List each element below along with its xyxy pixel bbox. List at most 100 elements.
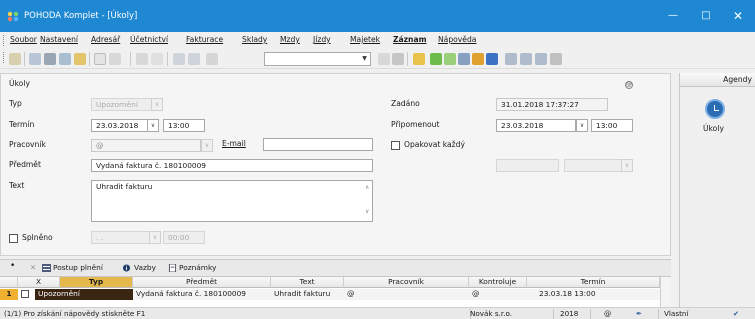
save-icon[interactable] [173, 53, 185, 65]
menu-mzdy[interactable]: Mzdy [280, 35, 300, 44]
minimize-button[interactable]: — [656, 0, 690, 32]
termin-date-input[interactable]: 23.03.2018 [91, 119, 149, 132]
at-icon: @ [625, 81, 633, 89]
new-record-icon[interactable] [94, 53, 106, 65]
menu-adresar[interactable]: Adresář [91, 35, 120, 44]
email-input[interactable] [263, 138, 373, 151]
tab-poznamky[interactable]: Poznámky [179, 263, 216, 272]
status-separator [590, 309, 591, 319]
calendar-dropdown-icon[interactable]: ∨ [576, 119, 588, 132]
status-at: @ [604, 309, 612, 318]
chevron-down-icon[interactable]: ∨ [149, 231, 161, 244]
calendar-dropdown-icon[interactable]: ∨ [147, 119, 159, 132]
window-title: POHODA Komplet - [Úkoly] [24, 11, 138, 21]
grid-header-termin[interactable]: Termín [527, 277, 660, 288]
grid-icon[interactable] [458, 53, 470, 65]
users-icon[interactable] [472, 53, 484, 65]
menu-ucetnictvi[interactable]: Účetnictví [130, 35, 168, 44]
menu-zaznam[interactable]: Záznam [393, 35, 427, 44]
opakovat-checkbox[interactable] [391, 141, 400, 150]
copy-icon[interactable] [206, 53, 218, 65]
window-icon[interactable] [505, 53, 517, 65]
grid-header-predmet[interactable]: Předmět [133, 277, 271, 288]
chevron-down-icon[interactable]: ∨ [151, 98, 163, 111]
book-icon[interactable] [9, 53, 21, 65]
status-year: 2018 [560, 309, 579, 318]
close-x-icon[interactable]: ✕ [30, 263, 36, 272]
chevron-down-icon[interactable]: ▼ [360, 54, 369, 64]
tab-postup-plneni[interactable]: Postup plnění [53, 263, 103, 272]
scroll-down-icon[interactable]: ∨ [365, 208, 369, 215]
subtab-bar: • ✕ Postup plnění Vazby Poznámky [0, 259, 671, 277]
predmet-input[interactable]: Vydaná faktura č. 180100009 [91, 159, 373, 172]
grid-header-pracovnik[interactable]: Pracovník [344, 277, 469, 288]
row-kontroluje: @ [469, 289, 527, 300]
print-preview-icon[interactable] [59, 53, 71, 65]
typ-select[interactable]: Upozornění [91, 98, 153, 111]
dropdown-icon[interactable] [378, 53, 390, 65]
tab-vazby[interactable]: Vazby [134, 263, 156, 272]
scroll-up-icon[interactable]: ∧ [365, 184, 369, 191]
status-separator [553, 309, 554, 319]
menu-napoveda[interactable]: Nápověda [438, 35, 476, 44]
clock-icon[interactable] [705, 99, 725, 119]
grid-header-text[interactable]: Text [271, 277, 344, 288]
splneno-label: Splněno [22, 233, 53, 242]
close-button[interactable]: ✕ [721, 0, 755, 32]
pracovnik-select[interactable]: @ [91, 139, 201, 152]
bullet-icon: • [10, 261, 16, 271]
window2-icon[interactable] [520, 53, 532, 65]
tools-icon[interactable] [550, 53, 562, 65]
info-icon [122, 264, 131, 272]
nav-icon[interactable] [151, 53, 163, 65]
preview-icon[interactable] [29, 53, 41, 65]
app-window: POHODA Komplet - [Úkoly] — □ ✕ Soubor Na… [0, 0, 755, 319]
agenda-item-ukoly[interactable]: Úkoly [703, 124, 724, 133]
print-icon[interactable] [44, 53, 56, 65]
menu-soubor[interactable]: Soubor [10, 35, 37, 44]
chevron-down-icon[interactable]: ∨ [201, 139, 213, 152]
filter-clear-icon[interactable] [392, 53, 404, 65]
section-title: Úkoly [9, 79, 30, 88]
toolbar-separator [407, 52, 408, 66]
toolbar-separator [89, 52, 90, 66]
menu-sklady[interactable]: Sklady [242, 35, 267, 44]
maximize-button[interactable]: □ [689, 0, 723, 32]
calendar-icon[interactable] [444, 53, 456, 65]
agenda-panel: Agendy Úkoly [679, 73, 755, 317]
menu-bar: Soubor Nastavení Adresář Účetnictví Fakt… [0, 32, 755, 49]
grid-header-x[interactable]: X [18, 277, 60, 288]
pripomenout-time-input[interactable]: 13:00 [591, 119, 633, 132]
status-user: Vlastní [664, 309, 689, 318]
folder-icon[interactable] [413, 53, 425, 65]
email-link[interactable]: E-mail [222, 139, 246, 148]
back-arrow-icon[interactable] [136, 53, 148, 65]
export-icon[interactable] [74, 53, 86, 65]
opakovat-value-input[interactable] [496, 159, 559, 172]
menu-jizdy[interactable]: Jízdy [313, 35, 331, 44]
menu-majetek[interactable]: Majetek [350, 35, 380, 44]
splneno-time-input[interactable]: 00:00 [163, 231, 205, 244]
menu-fakturace[interactable]: Fakturace [186, 35, 223, 44]
termin-time-input[interactable]: 13:00 [163, 119, 205, 132]
menu-nastaveni[interactable]: Nastavení [40, 35, 78, 44]
edit-icon[interactable] [109, 53, 121, 65]
chevron-down-icon[interactable]: ∨ [621, 159, 633, 172]
splneno-checkbox[interactable] [9, 234, 18, 243]
link-icon[interactable] [430, 53, 442, 65]
bank-icon[interactable] [486, 53, 498, 65]
toolbar-search-combo[interactable]: ▼ [264, 52, 371, 66]
grid-header-typ[interactable]: Typ [60, 277, 133, 288]
toolbar-grip [3, 52, 5, 63]
save-all-icon[interactable] [188, 53, 200, 65]
grid-scrollbar[interactable] [660, 277, 671, 307]
row-checkbox[interactable] [21, 290, 29, 298]
pripomenout-date-input[interactable]: 23.03.2018 [496, 119, 576, 132]
window3-icon[interactable] [535, 53, 547, 65]
splneno-date-input[interactable]: . . [91, 231, 151, 244]
grid-header-rownum [0, 277, 18, 288]
status-separator [658, 309, 659, 319]
grid-header-kontroluje[interactable]: Kontroluje [469, 277, 527, 288]
text-textarea[interactable]: Uhradit fakturu [91, 180, 373, 222]
row-text: Uhradit fakturu [271, 289, 344, 300]
